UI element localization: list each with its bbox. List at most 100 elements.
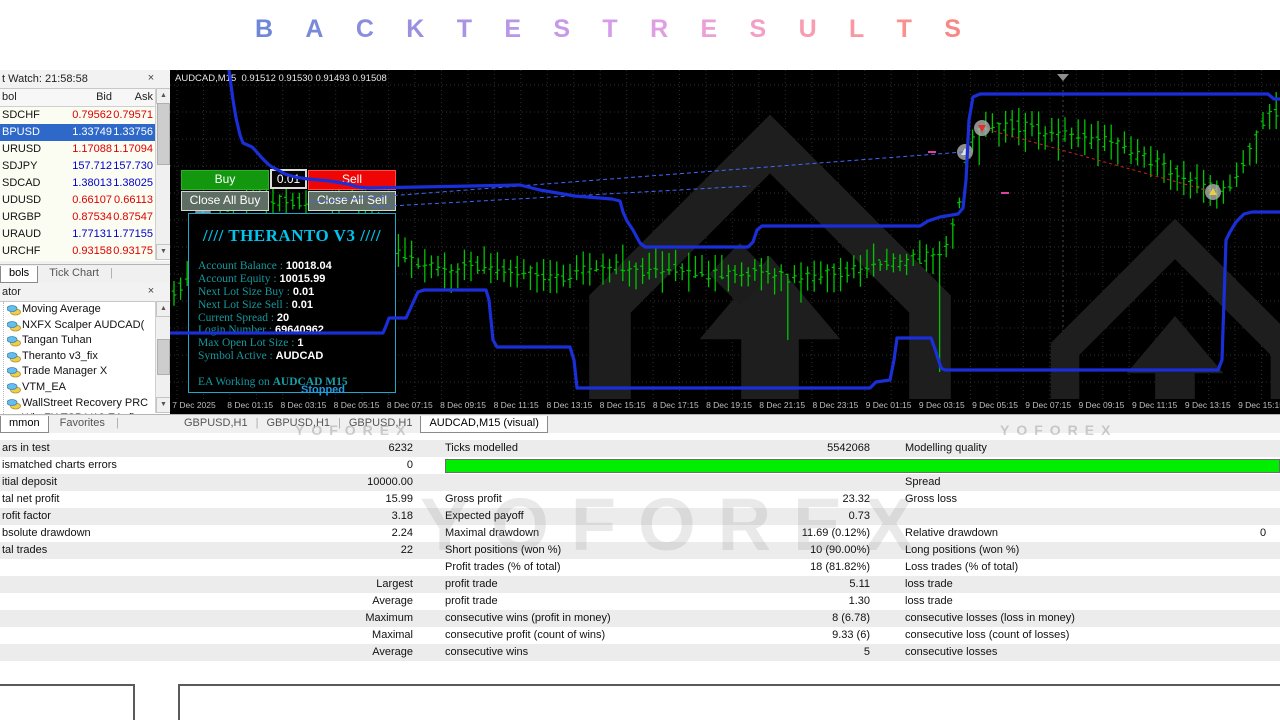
navigator-titlebar: ator × bbox=[0, 283, 170, 302]
navigator-item[interactable]: NXFX Scalper AUDCAD( bbox=[0, 318, 170, 334]
time-axis-label: 8 Dec 15:15 bbox=[600, 400, 646, 410]
symbol-name: URUSD bbox=[2, 141, 41, 158]
market-watch-row[interactable]: URUSD1.170881.17094 bbox=[0, 141, 170, 158]
navigator-item[interactable]: Theranto v3_fix bbox=[0, 349, 170, 365]
report-value: 23.32 bbox=[578, 491, 870, 508]
ea-line-label: Max Open Lot Size : bbox=[198, 337, 297, 349]
chart-tab[interactable]: GBPUSD,H1 bbox=[258, 415, 338, 432]
ea-info-line: Current Spread : 20 bbox=[198, 312, 391, 325]
column-bid[interactable]: Bid bbox=[40, 89, 112, 106]
chart-tab[interactable]: GBPUSD,H1 bbox=[176, 415, 256, 432]
tab-common[interactable]: mmon bbox=[0, 416, 49, 433]
ea-line-label: Next Lot Size Sell : bbox=[198, 299, 292, 311]
tab-separator: | bbox=[110, 267, 113, 279]
market-watch-scrollbar[interactable]: ▲ ▼ bbox=[155, 88, 170, 260]
ea-info-panel: //// THERANTO V3 //// Account Balance : … bbox=[188, 213, 396, 393]
ask-value: 0.93175 bbox=[112, 243, 153, 260]
navigator-item[interactable]: Tangan Tuhan bbox=[0, 333, 170, 349]
scroll-up-icon[interactable]: ▲ bbox=[156, 88, 171, 104]
navigator-item-label: Moving Average bbox=[22, 303, 101, 315]
time-axis-label: 8 Dec 09:15 bbox=[440, 400, 486, 410]
chart-tab-active[interactable]: AUDCAD,M15 (visual) bbox=[420, 416, 547, 433]
ea-line-label: Account Equity : bbox=[198, 273, 279, 285]
ea-info-line: Symbol Active : AUDCAD bbox=[198, 350, 391, 363]
expert-advisor-icon bbox=[7, 398, 21, 410]
close-all-buy-button[interactable]: Close All Buy bbox=[181, 191, 269, 211]
column-symbol[interactable]: bol bbox=[2, 89, 17, 106]
close-icon[interactable]: × bbox=[144, 71, 158, 85]
chart-area[interactable]: AUDCAD,M15 0.91512 0.91530 0.91493 0.915… bbox=[170, 70, 1280, 399]
market-watch-row[interactable]: UDUSD0.661070.66113 bbox=[0, 192, 170, 209]
market-watch-row[interactable]: SDCHF0.795620.79571 bbox=[0, 107, 170, 124]
navigator-item-label: Tangan Tuhan bbox=[22, 334, 92, 346]
ea-line-value: 10018.04 bbox=[286, 260, 332, 272]
report-row: Maximalconsecutive profit (count of wins… bbox=[0, 627, 1280, 644]
ea-info-line: Login Number : 69640962 bbox=[198, 324, 391, 337]
bid-value: 157.712 bbox=[40, 158, 112, 175]
scroll-down-icon[interactable]: ▼ bbox=[156, 397, 171, 413]
bid-value: 0.66107 bbox=[40, 192, 112, 209]
report-value: 5 bbox=[578, 644, 870, 661]
sell-button[interactable]: Sell bbox=[308, 170, 396, 190]
ask-value: 1.17094 bbox=[112, 141, 153, 158]
report-label: Relative drawdown bbox=[905, 525, 1255, 542]
navigator-title: ator bbox=[2, 286, 21, 298]
symbol-name: SDJPY bbox=[2, 158, 37, 175]
market-watch-row[interactable]: SDCAD1.380131.38025 bbox=[0, 175, 170, 192]
time-axis-label: 8 Dec 23:15 bbox=[812, 400, 858, 410]
title-letter: B bbox=[255, 15, 273, 44]
report-row: bsolute drawdown2.24Maximal drawdown11.6… bbox=[0, 525, 1280, 542]
market-watch-header[interactable]: bol Bid Ask bbox=[0, 89, 170, 107]
ask-value: 0.66113 bbox=[112, 192, 153, 209]
navigator-item[interactable]: Trade Manager X bbox=[0, 364, 170, 380]
lot-size-input[interactable]: 0.01 bbox=[270, 169, 307, 189]
expert-advisor-icon bbox=[7, 382, 21, 394]
report-row: ars in test6232Ticks modelled5542068Mode… bbox=[0, 440, 1280, 457]
market-watch-row[interactable]: URCHF0.931580.93175 bbox=[0, 243, 170, 260]
report-row: rofit factor3.18Expected payoff0.73 bbox=[0, 508, 1280, 525]
navigator-item-label: WallStreet Recovery PRC bbox=[22, 397, 148, 409]
title-letter: E bbox=[700, 15, 717, 44]
market-watch-row[interactable]: URGBP0.875340.87547 bbox=[0, 209, 170, 226]
tab-tick-chart[interactable]: Tick Chart bbox=[41, 265, 107, 282]
report-value: 10 (90.00%) bbox=[578, 542, 870, 559]
time-axis-label: 8 Dec 07:15 bbox=[387, 400, 433, 410]
chart-tab[interactable]: GBPUSD,H1 bbox=[341, 415, 421, 432]
navigator-item[interactable]: VTM_EA bbox=[0, 380, 170, 396]
report-row: Averageconsecutive wins5consecutive loss… bbox=[0, 644, 1280, 661]
expert-advisor-icon bbox=[7, 320, 21, 332]
market-watch-tabs: bols Tick Chart | bbox=[0, 264, 170, 283]
report-value: 2.24 bbox=[335, 525, 413, 542]
column-ask[interactable]: Ask bbox=[112, 89, 153, 106]
market-watch-rows: SDCHF0.795620.79571BPUSD1.337491.33756UR… bbox=[0, 107, 170, 261]
market-watch-panel: t Watch: 21:58:58 × bol Bid Ask SDCHF0.7… bbox=[0, 70, 171, 283]
navigator-scrollbar[interactable]: ▲ ▼ bbox=[155, 301, 170, 413]
title-letter: K bbox=[406, 15, 424, 44]
navigator-item[interactable]: Moving Average bbox=[0, 302, 170, 318]
bid-value: 1.33749 bbox=[40, 124, 112, 141]
market-watch-row[interactable]: BPUSD1.337491.33756 bbox=[0, 124, 170, 141]
time-axis-label: 8 Dec 05:15 bbox=[334, 400, 380, 410]
scrollbar-thumb[interactable] bbox=[157, 103, 170, 165]
close-all-sell-button[interactable]: Close All Sell bbox=[308, 191, 396, 211]
buy-button[interactable]: Buy bbox=[181, 170, 269, 190]
report-label: Gross loss bbox=[905, 491, 1255, 508]
market-watch-row[interactable]: URAUD1.771311.77155 bbox=[0, 226, 170, 243]
time-axis: 7 Dec 20258 Dec 01:158 Dec 03:158 Dec 05… bbox=[170, 399, 1280, 414]
tab-symbols[interactable]: bols bbox=[0, 266, 38, 283]
navigator-item[interactable]: WallStreet Recovery PRC bbox=[0, 396, 170, 412]
ea-line-label: Next Lot Size Buy : bbox=[198, 286, 293, 298]
close-icon[interactable]: × bbox=[144, 284, 158, 298]
report-label: Modelling quality bbox=[905, 440, 1255, 457]
ea-line-value: 0.01 bbox=[293, 286, 314, 298]
report-value: 18 (81.82%) bbox=[578, 559, 870, 576]
report-label: consecutive loss (count of losses) bbox=[905, 627, 1255, 644]
scrollbar-thumb[interactable] bbox=[157, 339, 170, 375]
scroll-up-icon[interactable]: ▲ bbox=[156, 301, 171, 317]
bottom-left-box bbox=[0, 684, 135, 720]
report-row: ismatched charts errors0 bbox=[0, 457, 1280, 474]
tab-favorites[interactable]: Favorites bbox=[52, 415, 113, 432]
market-watch-row[interactable]: SDJPY157.712157.730 bbox=[0, 158, 170, 175]
report-value: 5.11 bbox=[578, 576, 870, 593]
scroll-down-icon[interactable]: ▼ bbox=[156, 244, 171, 260]
